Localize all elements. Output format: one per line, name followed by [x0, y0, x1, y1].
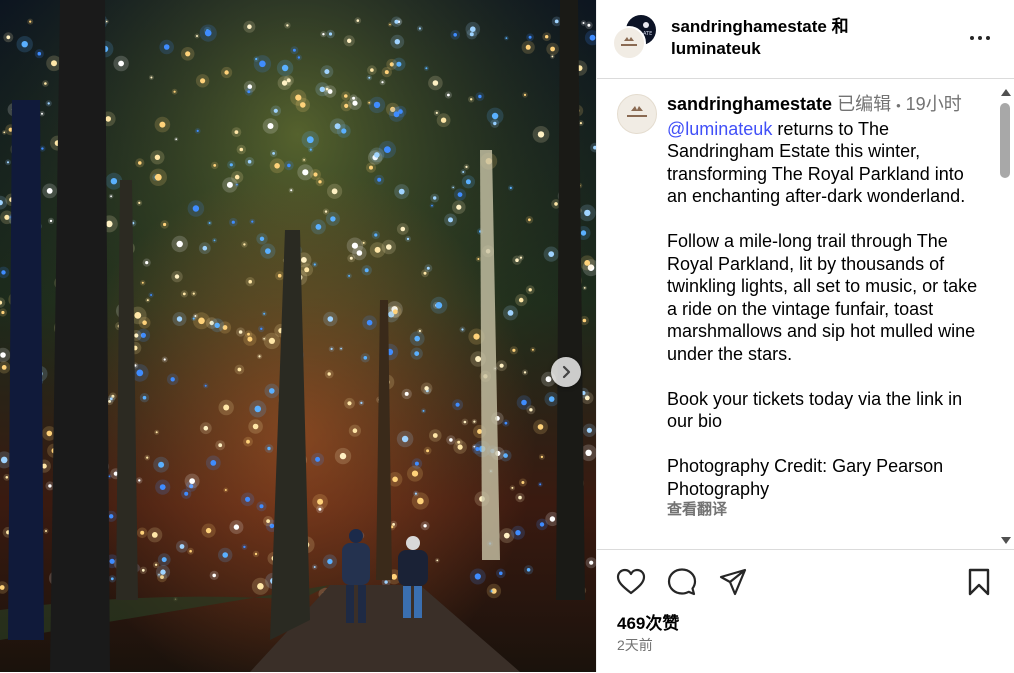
caption-text: sandringhamestate 已编辑 • 19小时 @luminateuk…: [667, 93, 985, 520]
like-count[interactable]: 469次赞: [617, 609, 679, 634]
like-button[interactable]: [616, 567, 646, 597]
save-button[interactable]: [964, 567, 994, 597]
heart-icon: [616, 568, 646, 595]
post-date[interactable]: 2天前: [617, 635, 653, 655]
next-photo-button[interactable]: [551, 357, 581, 387]
scrollbar-thumb[interactable]: [1000, 103, 1010, 178]
caption-paragraph-3: Book your tickets today via the link in …: [667, 388, 963, 432]
post-header-title: sandringhamestate 和 luminateuk: [671, 16, 951, 60]
caption-scroll-area[interactable]: sandringhamestate 已编辑 • 19小时 @luminateuk…: [597, 79, 1014, 549]
caption-paragraph-2: Follow a mile-long trail through The Roy…: [667, 231, 978, 364]
woodland-lights-image: [0, 0, 596, 672]
see-translation-link[interactable]: 查看翻译: [667, 500, 985, 520]
post-header: ATE sandringhamestate 和 luminateuk: [597, 0, 1014, 79]
post-photo: [0, 0, 596, 672]
more-options-button[interactable]: [967, 28, 993, 48]
meta-dot: •: [896, 98, 901, 113]
bookmark-icon: [968, 568, 990, 596]
edited-label: 已编辑: [837, 94, 892, 114]
post-actions: 469次赞 2天前: [597, 549, 1014, 673]
comment-icon: [667, 568, 697, 596]
collab-avatars[interactable]: ATE: [612, 15, 662, 63]
header-joiner: 和: [831, 17, 849, 36]
post-time: 19小时: [905, 94, 962, 114]
paper-plane-icon: [719, 568, 747, 596]
post-side-panel: ATE sandringhamestate 和 luminateuk sandr…: [596, 0, 1014, 672]
scroll-down-arrow[interactable]: [1001, 537, 1011, 544]
mention-link[interactable]: @luminateuk: [667, 119, 772, 139]
caption-author-avatar[interactable]: [617, 94, 657, 134]
header-username-link[interactable]: sandringhamestate: [671, 17, 827, 36]
scroll-up-arrow[interactable]: [1001, 89, 1011, 96]
chevron-right-icon: [562, 365, 571, 379]
sandringham-avatar[interactable]: [612, 26, 646, 60]
header-collaborator-link[interactable]: luminateuk: [671, 39, 761, 58]
more-dot: [986, 36, 990, 40]
caption-paragraph-4: Photography Credit: Gary Pearson Photogr…: [667, 456, 944, 499]
comment-button[interactable]: [667, 567, 697, 597]
more-horizontal-icon: [970, 36, 974, 40]
share-button[interactable]: [718, 567, 748, 597]
caption-author-link[interactable]: sandringhamestate: [667, 94, 832, 114]
more-dot: [978, 36, 982, 40]
